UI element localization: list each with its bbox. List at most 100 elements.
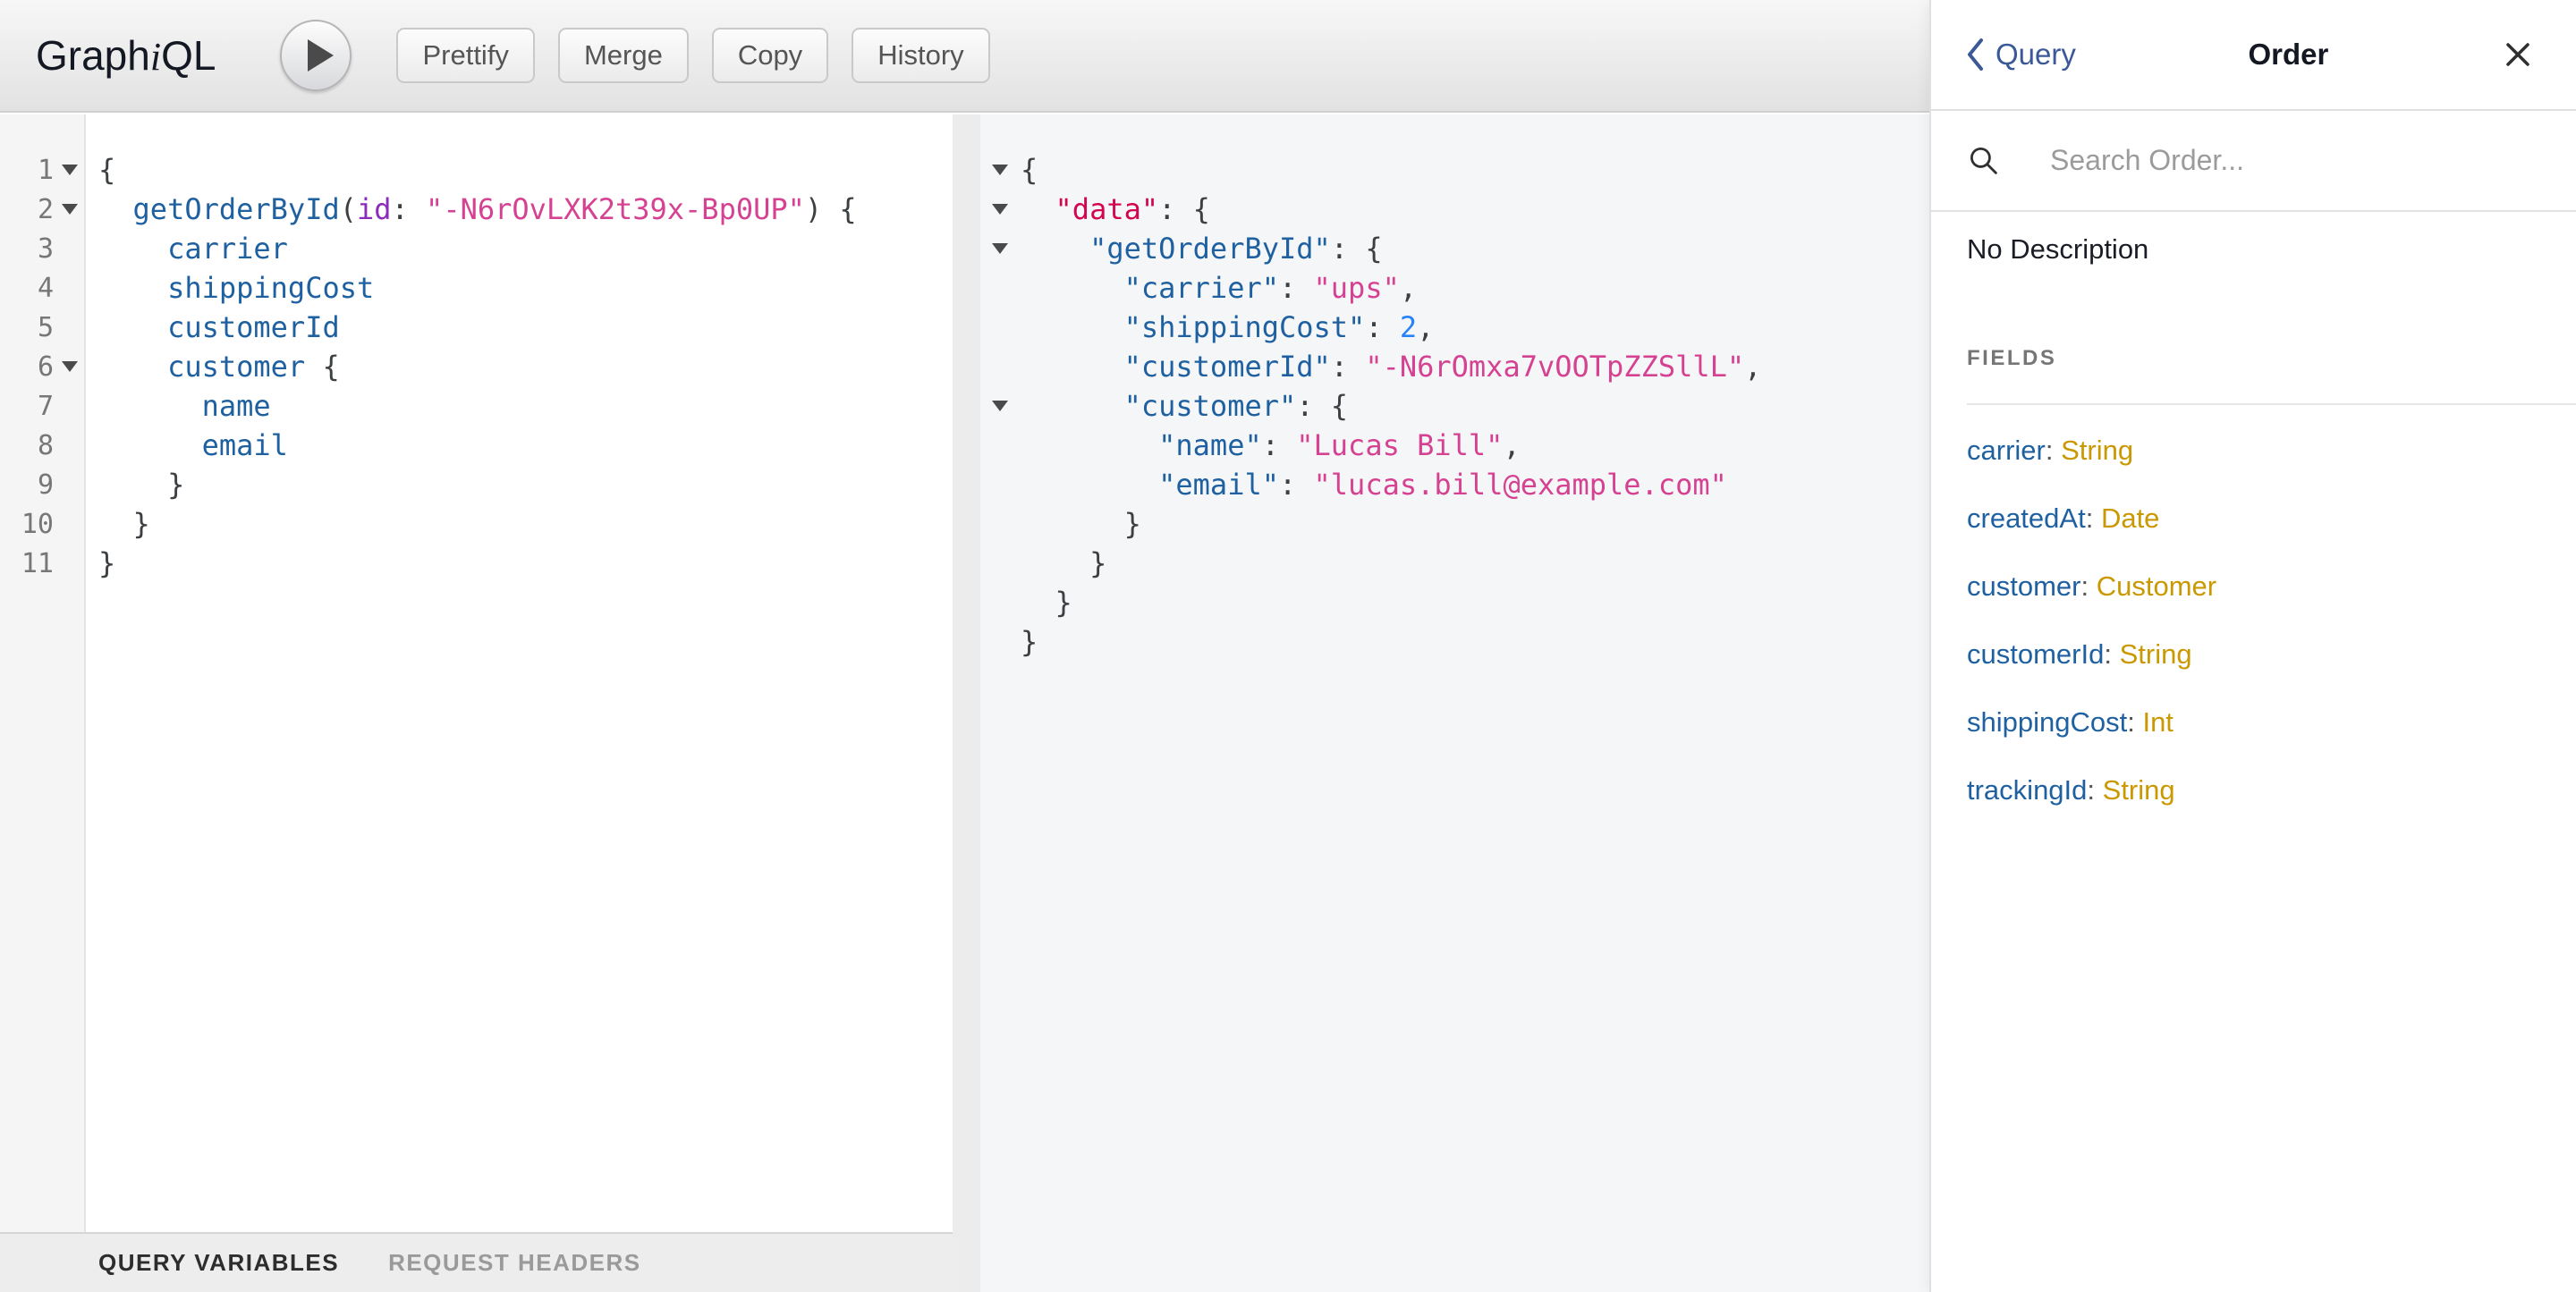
response-line-7: "customer": { [980, 386, 1929, 426]
response-line-6: "customerId": "-N6rOmxa7vOOTpZZSllL", [980, 347, 1929, 386]
query-line-7[interactable]: 7 name [0, 386, 953, 426]
fold-cell [54, 165, 86, 175]
query-code-text[interactable]: carrier [86, 229, 288, 268]
doc-close-button[interactable] [2501, 38, 2535, 72]
query-code-text[interactable]: } [86, 504, 150, 544]
response-code-text: "shippingCost": 2, [1123, 310, 1435, 344]
response-code-text: "getOrderById": { [1089, 232, 1383, 266]
query-code-text[interactable]: name [86, 386, 271, 426]
fold-cell [980, 243, 1021, 254]
response-code-text: } [1021, 507, 1141, 541]
query-code-text[interactable]: } [86, 544, 115, 583]
query-line-3[interactable]: 3 carrier [0, 229, 953, 268]
query-line-6[interactable]: 6 customer { [0, 347, 953, 386]
fold-cell [54, 204, 86, 215]
response-line-8: "name": "Lucas Bill", [980, 426, 1929, 465]
query-editor[interactable]: 1{2 getOrderById(id: "-N6rOvLXK2t39x-Bp0… [0, 114, 953, 583]
merge-button[interactable]: Merge [557, 28, 689, 83]
doc-body: No Description FIELDS carrier: String cre… [1931, 212, 2576, 806]
field-name-link[interactable]: customer [1967, 570, 2080, 602]
field-row-customerId: customerId: String [1967, 638, 2540, 671]
response-code-text: } [1021, 586, 1072, 620]
query-code-text[interactable]: email [86, 426, 288, 465]
field-name-link[interactable]: createdAt [1967, 502, 2086, 534]
field-colon: : [2104, 638, 2120, 670]
field-colon: : [2127, 706, 2143, 738]
response-code-text: } [1021, 625, 1038, 659]
doc-search-input[interactable] [2050, 144, 2515, 177]
query-line-1[interactable]: 1{ [0, 150, 953, 190]
line-number: 2 [37, 193, 54, 225]
pane-divider[interactable] [953, 114, 980, 1292]
fold-arrow-icon[interactable] [992, 165, 1008, 175]
field-type-link[interactable]: String [2103, 774, 2175, 806]
prettify-button[interactable]: Prettify [396, 28, 535, 83]
fold-arrow-icon[interactable] [992, 243, 1008, 254]
variables-bar: QUERY VARIABLES REQUEST HEADERS [0, 1232, 953, 1292]
query-line-11[interactable]: 11} [0, 544, 953, 583]
fields-divider [1967, 403, 2576, 405]
response-line-12: } [980, 583, 1929, 622]
doc-search-row [1931, 111, 2576, 212]
query-code-text[interactable]: customerId [86, 308, 340, 347]
response-viewer: { "data": { "getOrderById": { "carrier":… [980, 114, 1929, 1292]
field-name-link[interactable]: customerId [1967, 638, 2104, 670]
field-row-customer: customer: Customer [1967, 570, 2540, 603]
fold-arrow-icon[interactable] [992, 204, 1008, 215]
response-line-11: } [980, 544, 1929, 583]
graphiql-logo: GraphiQL [36, 32, 216, 79]
line-number: 10 [21, 508, 54, 540]
query-line-10[interactable]: 10 } [0, 504, 953, 544]
field-type-link[interactable]: Date [2101, 502, 2159, 534]
execute-query-button[interactable] [280, 20, 352, 91]
line-number: 11 [21, 547, 54, 579]
doc-explorer-panel: Query Order No Description FIELDS carrie… [1929, 0, 2576, 1292]
field-row-carrier: carrier: String [1967, 435, 2540, 467]
query-line-4[interactable]: 4 shippingCost [0, 268, 953, 308]
toolbar-button-group: Prettify Merge Copy History [396, 28, 990, 83]
doc-explorer-header: Query Order [1931, 0, 2576, 111]
query-code-text[interactable]: customer { [86, 347, 340, 386]
field-name-link[interactable]: carrier [1967, 435, 2046, 466]
response-code-text: "customer": { [1123, 389, 1349, 423]
field-type-link[interactable]: Int [2142, 706, 2173, 738]
response-line-3: "getOrderById": { [980, 229, 1929, 268]
query-code-text[interactable]: } [86, 465, 184, 504]
doc-type-title: Order [2248, 38, 2329, 71]
history-button[interactable]: History [852, 28, 990, 83]
fold-arrow-icon[interactable] [62, 165, 78, 175]
field-name-link[interactable]: trackingId [1967, 774, 2087, 806]
doc-back-button[interactable]: Query [1965, 38, 2076, 72]
fold-cell [980, 204, 1021, 215]
field-colon: : [2045, 435, 2062, 466]
response-code-text: "data": { [1055, 192, 1210, 226]
response-code-text: "name": "Lucas Bill", [1158, 428, 1521, 462]
fold-arrow-icon[interactable] [992, 401, 1008, 411]
response-code-text: "carrier": "ups", [1123, 271, 1418, 305]
query-code-text[interactable]: { [86, 150, 115, 190]
response-line-5: "shippingCost": 2, [980, 308, 1929, 347]
fold-arrow-icon[interactable] [62, 361, 78, 372]
query-editor-pane[interactable]: 1{2 getOrderById(id: "-N6rOvLXK2t39x-Bp0… [0, 114, 953, 1292]
query-code-text[interactable]: shippingCost [86, 268, 374, 308]
tab-query-variables[interactable]: QUERY VARIABLES [98, 1249, 339, 1277]
fold-arrow-icon[interactable] [62, 204, 78, 215]
query-line-5[interactable]: 5 customerId [0, 308, 953, 347]
toolbar: GraphiQL Prettify Merge Copy History [0, 0, 1929, 113]
query-line-2[interactable]: 2 getOrderById(id: "-N6rOvLXK2t39x-Bp0UP… [0, 190, 953, 229]
query-line-9[interactable]: 9 } [0, 465, 953, 504]
field-row-trackingId: trackingId: String [1967, 774, 2540, 806]
query-line-8[interactable]: 8 email [0, 426, 953, 465]
field-type-link[interactable]: Customer [2097, 570, 2216, 602]
field-type-link[interactable]: String [2061, 435, 2133, 466]
copy-button[interactable]: Copy [711, 28, 829, 83]
line-number: 3 [37, 232, 54, 265]
field-type-link[interactable]: String [2120, 638, 2192, 670]
tab-request-headers[interactable]: REQUEST HEADERS [388, 1249, 641, 1277]
fold-cell [980, 165, 1021, 175]
search-icon [1970, 148, 1997, 174]
line-number: 9 [37, 469, 54, 501]
field-name-link[interactable]: shippingCost [1967, 706, 2127, 738]
field-row-shippingCost: shippingCost: Int [1967, 706, 2540, 739]
query-code-text[interactable]: getOrderById(id: "-N6rOvLXK2t39x-Bp0UP")… [86, 190, 857, 229]
